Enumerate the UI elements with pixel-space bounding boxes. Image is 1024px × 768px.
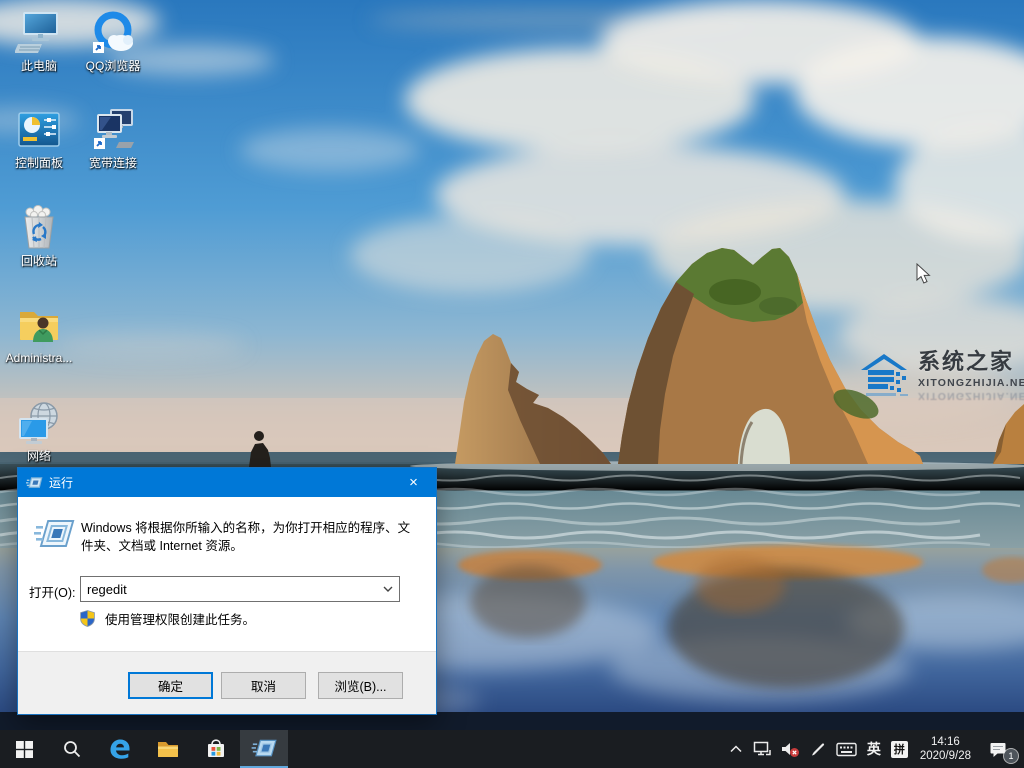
run-dialog-footer: 确定 取消 浏览(B)... — [18, 651, 436, 714]
run-dialog-description: Windows 将根据你所输入的名称，为你打开相应的程序、文件夹、文档或 Int… — [81, 520, 415, 555]
qq-browser-label: QQ浏览器 — [86, 60, 141, 73]
broadband-icon — [88, 105, 138, 155]
admin-privileges-row: 使用管理权限创建此任务。 — [79, 609, 255, 628]
run-titlebar-icon — [26, 476, 43, 490]
combobox-dropdown-button[interactable] — [377, 577, 399, 601]
run-command-input[interactable] — [81, 577, 377, 601]
desktop-icon-qq-browser[interactable]: QQ浏览器 — [74, 8, 152, 73]
tray-ime-indicator[interactable]: 拼 — [886, 730, 913, 768]
control-panel-icon — [14, 105, 64, 155]
tray-clock[interactable]: 14:16 2020/9/28 — [913, 730, 978, 768]
tray-touch-keyboard[interactable] — [831, 730, 862, 768]
watermark: 系统之家 XITONGZHIJIA.NET XITONGZHIJIA.NET — [860, 350, 1020, 402]
run-dialog-title: 运行 — [49, 474, 391, 491]
qq-browser-icon — [88, 8, 138, 58]
desktop-icon-broadband[interactable]: 宽带连接 — [74, 105, 152, 170]
system-tray: 英 拼 14:16 2020/9/28 1 — [724, 730, 1024, 768]
store-icon — [205, 738, 227, 760]
recycle-bin-label: 回收站 — [21, 255, 57, 268]
file-explorer-icon — [156, 737, 180, 761]
tray-network[interactable] — [748, 730, 776, 768]
pen-icon — [810, 741, 826, 757]
run-command-combobox[interactable] — [80, 576, 400, 602]
keyboard-icon — [836, 742, 857, 757]
network-status-icon — [753, 741, 771, 757]
this-pc-icon — [14, 8, 64, 58]
store-button[interactable] — [192, 730, 240, 768]
search-icon — [63, 740, 81, 758]
notification-count-badge: 1 — [1004, 749, 1018, 763]
clock-time: 14:16 — [920, 735, 971, 749]
admin-note: 使用管理权限创建此任务。 — [105, 609, 255, 628]
desktop-icon-recycle-bin[interactable]: 回收站 — [0, 203, 78, 268]
desktop-icon-this-pc[interactable]: 此电脑 — [0, 8, 78, 73]
volume-muted-icon — [781, 741, 800, 758]
this-pc-label: 此电脑 — [21, 60, 57, 73]
uac-shield-icon — [79, 610, 96, 627]
tray-language-indicator[interactable]: 英 — [862, 730, 886, 768]
watermark-reflection: XITONGZHIJIA.NET — [918, 390, 1024, 402]
run-dialog-body: Windows 将根据你所输入的名称，为你打开相应的程序、文件夹、文档或 Int… — [18, 497, 436, 653]
chevron-up-icon — [729, 743, 743, 755]
cancel-button[interactable]: 取消 — [221, 672, 306, 699]
chevron-down-icon — [383, 586, 393, 592]
desktop-screen: 此电脑 QQ浏览器 — [0, 0, 1024, 768]
clock-date: 2020/9/28 — [920, 749, 971, 763]
run-dialog-titlebar[interactable]: 运行 × — [18, 468, 436, 497]
recycle-bin-icon — [14, 203, 64, 253]
desktop-icon-network[interactable]: 网络 — [0, 398, 78, 463]
desktop-icon-admin-folder[interactable]: Administra... — [0, 300, 78, 365]
edge-icon — [108, 737, 132, 761]
watermark-subtitle: XITONGZHIJIA.NET — [918, 377, 1024, 389]
start-button[interactable] — [0, 730, 48, 768]
run-dialog: 运行 × Windows 将根据你所输入的名称，为你打开相应的程序、文件夹、文档… — [17, 467, 437, 715]
tray-volume-muted[interactable] — [776, 730, 805, 768]
tray-show-hidden-icons[interactable] — [724, 730, 748, 768]
action-center-button[interactable]: 1 — [978, 730, 1018, 768]
control-panel-label: 控制面板 — [15, 157, 63, 170]
browse-button[interactable]: 浏览(B)... — [318, 672, 403, 699]
network-icon — [14, 398, 64, 448]
file-explorer-button[interactable] — [144, 730, 192, 768]
mouse-cursor — [916, 263, 931, 284]
desktop-icon-control-panel[interactable]: 控制面板 — [0, 105, 78, 170]
admin-folder-icon — [14, 300, 64, 350]
close-button[interactable]: × — [391, 468, 436, 497]
watermark-title: 系统之家 — [918, 350, 1024, 374]
admin-folder-label: Administra... — [6, 352, 73, 365]
broadband-label: 宽带连接 — [89, 157, 137, 170]
windows-logo-icon — [16, 741, 33, 758]
taskbar: 英 拼 14:16 2020/9/28 1 — [0, 730, 1024, 768]
search-button[interactable] — [48, 730, 96, 768]
watermark-logo-icon — [860, 350, 912, 398]
taskbar-run-app-button[interactable] — [240, 730, 288, 768]
tray-pen[interactable] — [805, 730, 831, 768]
ime-pinyin-badge: 拼 — [891, 741, 908, 758]
run-app-icon — [251, 738, 277, 760]
network-label: 网络 — [27, 450, 51, 463]
edge-browser-button[interactable] — [96, 730, 144, 768]
taskbar-empty-area — [288, 730, 724, 768]
open-label: 打开(O): — [29, 582, 76, 601]
run-icon — [33, 518, 75, 552]
ok-button[interactable]: 确定 — [128, 672, 213, 699]
